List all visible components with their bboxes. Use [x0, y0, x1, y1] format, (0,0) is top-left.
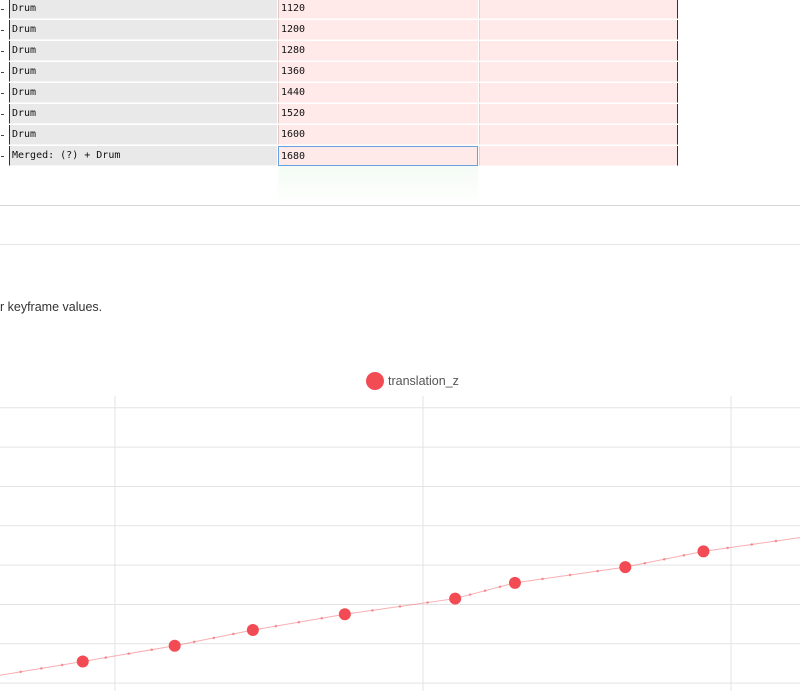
- keyframe-table: Drum 1120 Drum 1200 Drum 1280 Drum 1360 Drum 1440…: [0, 0, 680, 167]
- keyframe-point[interactable]: [697, 545, 710, 558]
- row-gutter[interactable]: [0, 0, 9, 20]
- row-handle-icon: [1, 9, 4, 10]
- empty-cell[interactable]: [479, 125, 678, 145]
- empty-cell[interactable]: [479, 146, 678, 166]
- description-text: r keyframe values.: [0, 300, 103, 314]
- row-gutter[interactable]: [0, 146, 9, 167]
- row-handle-icon: [1, 156, 4, 157]
- table-row: Drum 1120: [0, 0, 680, 20]
- keyframe-point[interactable]: [168, 639, 181, 652]
- keyframe-value-cell[interactable]: 1120: [278, 0, 478, 19]
- empty-cell[interactable]: [479, 104, 678, 124]
- keyframe-name-cell[interactable]: Drum: [9, 104, 277, 124]
- empty-cell[interactable]: [479, 20, 678, 40]
- row-handle-icon: [1, 93, 4, 94]
- empty-cell[interactable]: [479, 83, 678, 103]
- section-divider: [0, 244, 800, 245]
- interpolated-point: [274, 624, 278, 628]
- empty-cell[interactable]: [479, 62, 678, 82]
- row-gutter[interactable]: [0, 62, 9, 83]
- interpolated-point: [483, 589, 487, 592]
- interpolated-point: [541, 577, 544, 581]
- empty-cell[interactable]: [479, 0, 678, 19]
- keyframe-value-cell[interactable]: 1200: [278, 20, 478, 40]
- row-handle-icon: [1, 114, 4, 115]
- keyframe-name-cell[interactable]: Drum: [9, 125, 277, 145]
- keyframe-point[interactable]: [76, 655, 89, 668]
- keyframe-name-cell[interactable]: Drum: [9, 41, 277, 61]
- interpolated-point: [104, 656, 108, 659]
- table-row: Merged: (?) + Drum 1680: [0, 146, 680, 167]
- section-divider: [0, 205, 800, 206]
- legend-label-translation-z: translation_z: [388, 374, 459, 388]
- row-handle-icon: [1, 51, 4, 52]
- keyframe-value-cell[interactable]: 1440: [278, 83, 478, 103]
- row-handle-icon: [1, 72, 4, 73]
- interpolated-point: [774, 539, 778, 543]
- interpolated-point: [19, 670, 22, 674]
- keyframe-value-cell[interactable]: 1360: [278, 62, 478, 82]
- keyframe-value-cell[interactable]: 1520: [278, 104, 478, 124]
- interpolated-point: [682, 554, 686, 557]
- interpolated-point: [40, 667, 43, 670]
- table-row: Drum 1600: [0, 125, 680, 146]
- legend-marker-translation-z: [366, 372, 384, 390]
- keyframe-point[interactable]: [246, 624, 259, 637]
- interpolated-point: [568, 573, 572, 577]
- interpolated-point: [726, 546, 729, 550]
- keyframe-name-cell[interactable]: Drum: [9, 20, 277, 40]
- interpolated-point: [60, 663, 64, 667]
- interpolated-point: [750, 543, 754, 546]
- keyframe-name-cell[interactable]: Drum: [9, 0, 277, 19]
- row-handle-icon: [1, 135, 4, 136]
- interpolated-point: [150, 648, 154, 651]
- interpolated-point: [192, 640, 196, 644]
- keyframe-value-cell[interactable]: 1600: [278, 125, 478, 145]
- keyframe-point[interactable]: [619, 561, 632, 574]
- chart-grid: [0, 396, 800, 691]
- keyframe-point[interactable]: [338, 608, 351, 621]
- interpolated-point: [643, 561, 647, 565]
- interpolated-point: [498, 585, 502, 589]
- row-handle-icon: [1, 30, 4, 31]
- row-gutter[interactable]: [0, 20, 9, 41]
- row-gutter[interactable]: [0, 104, 9, 125]
- table-row: Drum 1440: [0, 83, 680, 104]
- keyframe-value-cell[interactable]: 1280: [278, 41, 478, 61]
- empty-cell[interactable]: [479, 41, 678, 61]
- interpolated-point: [127, 652, 131, 655]
- interpolated-point: [426, 601, 429, 604]
- keyframe-point[interactable]: [449, 592, 462, 605]
- keyframe-name-cell[interactable]: Drum: [9, 83, 277, 103]
- row-gutter[interactable]: [0, 41, 9, 62]
- interpolated-point: [663, 557, 666, 561]
- table-row: Drum 1280: [0, 41, 680, 62]
- table-row: Drum 1200: [0, 20, 680, 41]
- series-translation-z: [0, 537, 800, 676]
- row-gutter[interactable]: [0, 125, 9, 146]
- table-cell-shadow: [278, 166, 478, 206]
- interpolated-point: [596, 569, 600, 573]
- chart-legend[interactable]: translation_z: [366, 372, 459, 390]
- interpolated-point: [398, 605, 402, 608]
- table-row: Drum 1520: [0, 104, 680, 125]
- keyframe-point[interactable]: [508, 576, 521, 589]
- interpolated-point: [320, 616, 324, 620]
- interpolated-point: [297, 620, 301, 624]
- interpolated-point: [371, 609, 374, 612]
- keyframe-name-cell[interactable]: Drum: [9, 62, 277, 82]
- row-gutter[interactable]: [0, 83, 9, 104]
- keyframe-value-cell[interactable]: 1680: [278, 146, 478, 166]
- translation-chart: translation_z: [0, 372, 800, 691]
- interpolated-point: [468, 593, 472, 596]
- table-row: Drum 1360: [0, 62, 680, 83]
- interpolated-point: [232, 632, 235, 636]
- interpolated-point: [212, 636, 216, 640]
- keyframe-name-cell[interactable]: Merged: (?) + Drum: [9, 146, 277, 166]
